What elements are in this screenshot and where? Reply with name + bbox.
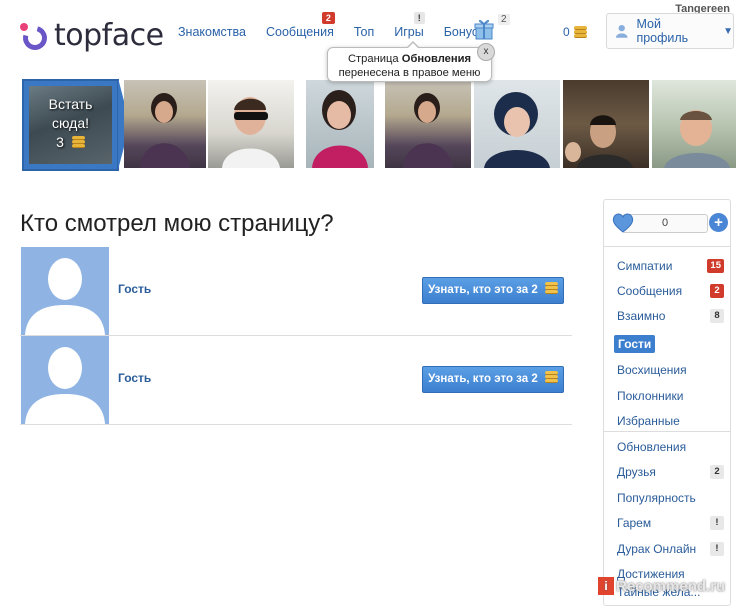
sidebar-item-label: Обновления [617,440,687,454]
nav-item-top[interactable]: Топ [354,25,374,39]
main-nav: Знакомства Сообщения 2 Топ Игры! Бонусы [178,12,507,39]
user-photo[interactable] [124,80,206,168]
games-badge: ! [413,12,425,24]
tooltip-close-button[interactable]: x [477,43,495,61]
guest-avatar[interactable] [21,336,109,424]
coins-icon [573,26,587,38]
profile-label: Мой профиль [636,17,689,45]
sidebar-item-favorites[interactable]: Избранные [614,411,724,431]
chevron-down-icon: ▼ [723,25,733,37]
gift-count-badge: 2 [498,14,510,25]
user-photo[interactable] [563,80,649,168]
guest-row: Гость Узнать, кто это за 2 [20,247,572,336]
promo-price: 3 [24,133,117,152]
user-photo[interactable] [652,80,736,168]
likes-counter: 0 [622,214,708,233]
coins-icon [544,371,558,383]
sidebar-item-label: Гости [618,337,652,351]
coins-icon [71,136,85,148]
count-badge: 2 [710,284,724,298]
logo-text: topface [54,18,164,53]
count-badge: ! [710,516,724,530]
user-photo[interactable] [385,80,471,168]
sidebar-item-friends[interactable]: Друзья 2 [614,462,724,482]
user-photo[interactable] [208,80,294,168]
tooltip-text-line2: перенесена в правое меню [338,67,481,79]
logo-icon [18,21,52,54]
sidebar-item-mutual[interactable]: Взаимно 8 [614,306,724,326]
sidebar-item-popularity[interactable]: Популярность [614,488,724,508]
irecommend-logo-icon: i [598,577,614,595]
sidebar-item-label: Популярность [617,491,696,505]
user-photo[interactable] [474,80,560,168]
nav-item-messages[interactable]: Сообщения 2 [266,12,335,39]
sidebar-item-label: Дурак Онлайн [617,542,697,556]
sidebar-item-guests[interactable]: Гости [614,335,656,353]
count-badge: ! [710,542,724,556]
reveal-button-label: Узнать, кто это за 2 [428,284,538,296]
watermark-text: Recommend.ru [616,577,726,595]
gift-icon[interactable] [474,18,494,40]
page-title: Кто смотрел мою страницу? [20,210,334,237]
right-sidebar: 0 + Симпатии 15 Сообщения 2 Взаимно 8 Гости… [603,199,731,606]
irecommend-watermark: i Recommend.ru [598,576,736,596]
tooltip-text-prefix: Страница [347,53,402,65]
guest-name[interactable]: Гость [118,371,151,385]
photo-strip: Встать сюда! 3 [0,78,736,171]
sidebar-item-label: Гарем [617,516,652,530]
sidebar-item-label: Сообщения [617,284,683,298]
sidebar-item-durak-online[interactable]: Дурак Онлайн! [614,539,724,559]
sidebar-item-messages[interactable]: Сообщения 2 [614,281,724,301]
promo-price-value: 3 [56,134,64,150]
reveal-button-label: Узнать, кто это за 2 [428,373,538,385]
nav-label: Топ [353,25,375,39]
silhouette-icon [25,258,105,335]
coins-balance[interactable]: 0 [563,25,587,39]
add-likes-button[interactable]: + [709,213,728,232]
sidebar-item-likes[interactable]: Симпатии 15 [614,256,724,276]
coins-value: 0 [563,25,570,39]
divider [604,246,730,247]
nav-label: Игры [394,25,424,39]
guest-row: Гость Узнать, кто это за 2 [20,336,572,425]
count-badge: 2 [710,465,724,479]
reveal-guest-button[interactable]: Узнать, кто это за 2 [422,277,564,304]
tooltip-text-bold: Обновления [401,53,472,65]
count-badge: 8 [710,309,724,323]
nav-label: Знакомства [178,25,246,39]
sidebar-item-label: Друзья [617,465,656,479]
nav-item-games[interactable]: Игры! [394,12,425,39]
sidebar-item-label: Взаимно [617,309,666,323]
sidebar-item-label: Восхищения [617,363,687,377]
likes-widget: 0 + [612,212,728,234]
promo-line2: сюда! [51,115,90,131]
heart-icon[interactable] [612,212,634,234]
my-profile-button[interactable]: Мой профиль ▼ [606,13,734,49]
nav-label: Сообщения [266,25,334,39]
sidebar-item-harem[interactable]: Гарем! [614,513,724,533]
divider [604,431,730,432]
messages-badge: 2 [321,12,335,24]
sidebar-item-label: Симпатии [617,259,673,273]
promo-line1: Встать [48,96,93,112]
promo-stand-here-button[interactable]: Встать сюда! 3 [22,79,119,171]
nav-item-dating[interactable]: Знакомства [178,25,246,39]
sidebar-item-updates[interactable]: Обновления [614,437,724,457]
person-icon [615,24,628,38]
coins-icon [544,282,558,294]
silhouette-icon [25,347,105,424]
guest-avatar[interactable] [21,247,109,335]
promo-text: Встать сюда! 3 [24,95,117,152]
count-badge: 15 [707,259,724,273]
user-photo[interactable] [306,80,374,168]
sidebar-item-label: Избранные [617,414,680,428]
topface-logo[interactable]: topface [18,18,164,54]
sidebar-item-fans[interactable]: Поклонники [614,386,724,406]
guest-name[interactable]: Гость [118,282,151,296]
sidebar-item-admirations[interactable]: Восхищения [614,360,724,380]
updates-moved-tooltip: Страница Обновления перенесена в правое … [327,41,492,82]
sidebar-item-label: Поклонники [617,389,684,403]
reveal-guest-button[interactable]: Узнать, кто это за 2 [422,366,564,393]
